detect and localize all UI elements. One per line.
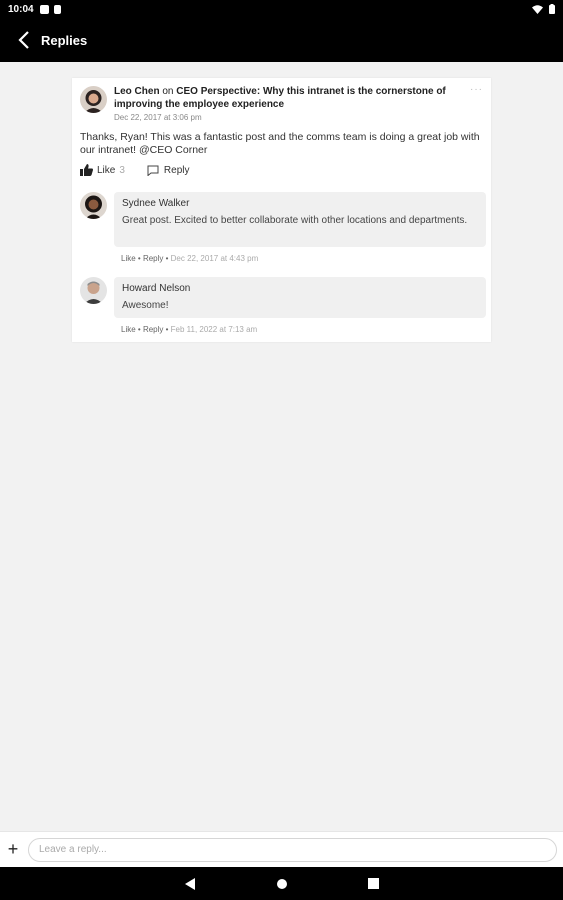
battery-icon xyxy=(549,4,555,14)
like-button[interactable]: Like 3 xyxy=(80,164,125,176)
meta-separator: • xyxy=(135,254,143,263)
more-options-button[interactable]: ··· xyxy=(470,84,483,95)
thumbs-up-icon xyxy=(80,164,93,176)
reply-composer: + xyxy=(0,831,563,867)
reply-author[interactable]: Sydnee Walker xyxy=(122,197,478,210)
recents-square-icon xyxy=(368,878,379,889)
wifi-icon xyxy=(532,4,543,14)
reply-input[interactable] xyxy=(28,837,557,862)
reply-label: Reply xyxy=(163,164,190,176)
reply-author[interactable]: Howard Nelson xyxy=(122,282,478,295)
meta-separator: • xyxy=(163,254,171,263)
reply-avatar[interactable] xyxy=(80,192,107,219)
post-body: Thanks, Ryan! This was a fantastic post … xyxy=(80,131,480,156)
reply-bubble: Howard Nelson Awesome! xyxy=(114,277,486,318)
author-avatar[interactable] xyxy=(80,86,107,113)
reply-reply-link[interactable]: Reply xyxy=(143,254,163,263)
status-time: 10:04 xyxy=(8,3,34,15)
reply-bubble: Sydnee Walker Great post. Excited to bet… xyxy=(114,192,486,247)
add-attachment-button[interactable]: + xyxy=(1,832,25,868)
back-triangle-icon xyxy=(184,877,195,890)
reply-like-link[interactable]: Like xyxy=(121,254,136,263)
page-title: Replies xyxy=(41,32,88,48)
post-on-text: on xyxy=(159,86,177,97)
notification-icon xyxy=(39,4,49,14)
reply-date: Feb 11, 2022 at 7:13 am xyxy=(170,325,258,334)
chevron-left-icon xyxy=(18,31,29,49)
post-card: Leo Chen on CEO Perspective: Why this in… xyxy=(72,78,491,342)
reply-text: Awesome! xyxy=(122,300,169,311)
nav-home-button[interactable] xyxy=(275,877,289,891)
post-date: Dec 22, 2017 at 3:06 pm xyxy=(114,113,202,122)
status-bar: 10:04 xyxy=(0,0,563,18)
back-button[interactable] xyxy=(4,18,44,62)
post-author-link[interactable]: Leo Chen xyxy=(114,86,160,97)
reply-date: Dec 22, 2017 at 4:43 pm xyxy=(170,254,259,263)
like-count: 3 xyxy=(119,164,125,176)
reply-avatar[interactable] xyxy=(80,277,107,304)
reply-meta: Like • Reply • Dec 22, 2017 at 4:43 pm xyxy=(121,254,258,263)
comment-icon xyxy=(147,165,159,176)
like-label: Like xyxy=(97,164,116,176)
meta-separator: • xyxy=(163,325,171,334)
app-bar: Replies xyxy=(0,18,563,62)
reply-meta: Like • Reply • Feb 11, 2022 at 7:13 am xyxy=(121,325,257,334)
reply-like-link[interactable]: Like xyxy=(121,325,136,334)
nav-back-button[interactable] xyxy=(183,877,197,891)
system-nav-bar xyxy=(0,867,563,900)
reply-text: Great post. Excited to better collaborat… xyxy=(122,215,468,226)
post-header: Leo Chen on CEO Perspective: Why this in… xyxy=(114,85,454,111)
meta-separator: • xyxy=(135,325,143,334)
home-circle-icon xyxy=(276,878,287,889)
sim-card-icon xyxy=(53,4,61,14)
reply-reply-link[interactable]: Reply xyxy=(143,325,163,334)
nav-recents-button[interactable] xyxy=(367,877,381,891)
post-actions: Like 3 Reply xyxy=(80,164,190,176)
reply-button[interactable]: Reply xyxy=(147,165,190,176)
